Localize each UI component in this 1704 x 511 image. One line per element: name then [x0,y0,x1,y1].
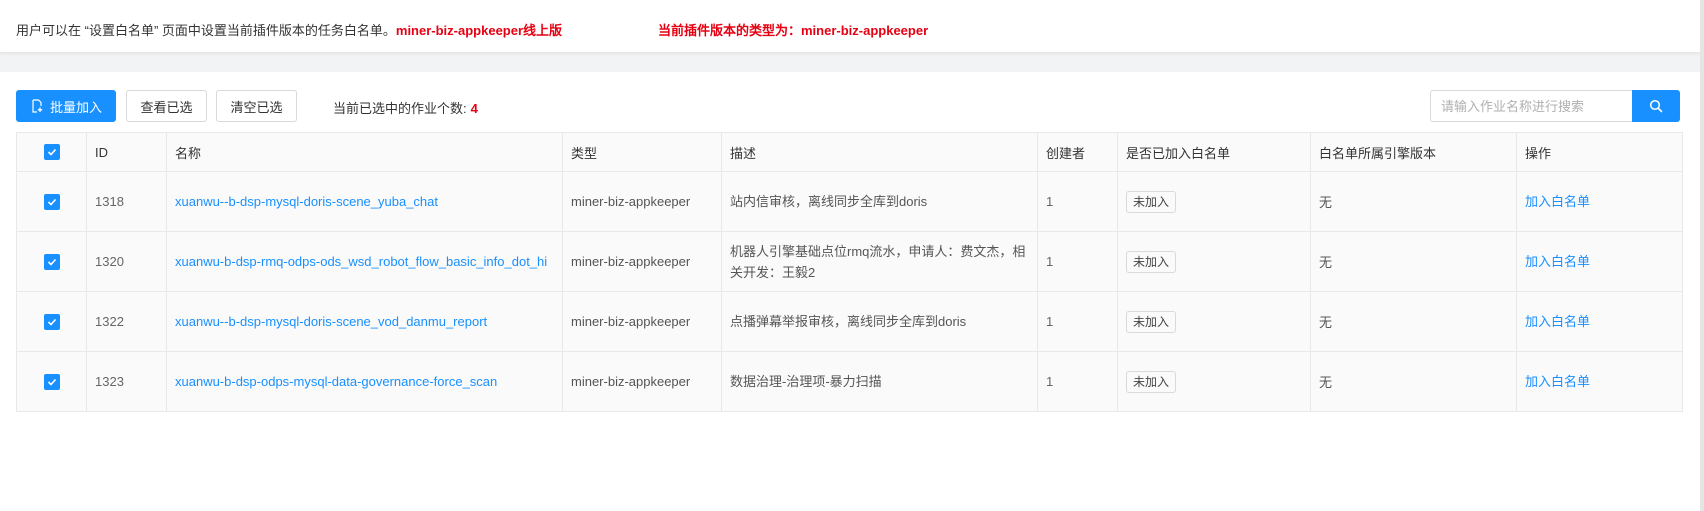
selected-count: 当前已选中的作业个数: 4 [333,98,478,117]
header-name: 名称 [167,133,563,171]
clear-selected-button[interactable]: 清空已选 [216,90,297,122]
page-scrollbar[interactable] [1700,0,1704,511]
cell-type: miner-biz-appkeeper [563,172,722,231]
notice-highlight: miner-biz-appkeeper线上版 [395,23,563,38]
cell-op: 加入白名单 [1517,172,1682,231]
plugin-type-text: 当前插件版本的类型为：miner-biz-appkeeper [658,23,929,38]
add-whitelist-link[interactable]: 加入白名单 [1525,251,1590,272]
header-version: 白名单所属引擎版本 [1311,133,1517,171]
row-checkbox[interactable] [43,253,60,270]
cell-type: miner-biz-appkeeper [563,292,722,351]
status-tag: 未加入 [1126,370,1177,393]
header-added: 是否已加入白名单 [1118,133,1311,171]
header-desc: 描述 [722,133,1038,171]
cell-id: 1322 [87,292,167,351]
desc-text: 机器人引擎基础点位rmq流水，申请人：费文杰，相关开发：王毅2 [730,243,1026,280]
checkbox-checked-icon [47,318,56,326]
cell-version: 无 [1311,352,1517,411]
checkbox-checked-icon [47,148,56,156]
checkbox-checked-icon [47,378,56,386]
notice-text: 用户可以在 “设置白名单” 页面中设置当前插件版本的任务白名单。miner-bi… [16,20,562,39]
cell-op: 加入白名单 [1517,232,1682,291]
row-checkbox[interactable] [43,193,60,210]
batch-add-button[interactable]: 批量加入 [16,90,116,122]
status-tag: 未加入 [1126,310,1177,333]
table-row: 1323 xuanwu-b-dsp-odps-mysql-data-govern… [17,352,1682,411]
row-checkbox-cell [17,352,87,411]
cell-added: 未加入 [1118,172,1311,231]
cell-name: xuanwu--b-dsp-mysql-doris-scene_vod_danm… [167,292,563,351]
cell-creator: 1 [1038,232,1118,291]
cell-version: 无 [1311,232,1517,291]
selected-count-label: 当前已选中的作业个数: [333,101,467,116]
cell-version: 无 [1311,172,1517,231]
header-checkbox-cell [17,133,87,171]
search-input[interactable] [1430,90,1632,122]
cell-op: 加入白名单 [1517,352,1682,411]
notice-prefix: 用户可以在 “设置白名单” 页面中设置当前插件版本的任务白名单。 [16,23,396,38]
desc-text: 点播弹幕举报审核，离线同步全库到doris [730,314,967,329]
desc-text: 站内信审核，离线同步全库到doris [730,194,928,209]
cell-op: 加入白名单 [1517,292,1682,351]
cell-type: miner-biz-appkeeper [563,232,722,291]
cell-id: 1318 [87,172,167,231]
table-row: 1322 xuanwu--b-dsp-mysql-doris-scene_vod… [17,292,1682,352]
cell-desc: 站内信审核，离线同步全库到doris [722,172,1038,231]
view-selected-button[interactable]: 查看已选 [126,90,207,122]
table-row: 1320 xuanwu-b-dsp-rmq-odps-ods_wsd_robot… [17,232,1682,292]
notice-bar: 用户可以在 “设置白名单” 页面中设置当前插件版本的任务白名单。miner-bi… [0,0,1700,53]
row-checkbox[interactable] [43,373,60,390]
search-icon [1649,99,1663,113]
status-tag: 未加入 [1126,190,1177,213]
checkbox-checked-icon [47,198,56,206]
table-row: 1318 xuanwu--b-dsp-mysql-doris-scene_yub… [17,172,1682,232]
header-id: ID [87,133,167,171]
cell-desc: 点播弹幕举报审核，离线同步全库到doris [722,292,1038,351]
select-all-checkbox[interactable] [43,144,60,160]
cell-name: xuanwu-b-dsp-odps-mysql-data-governance-… [167,352,563,411]
cell-name: xuanwu--b-dsp-mysql-doris-scene_yuba_cha… [167,172,563,231]
desc-text: 数据治理-治理项-暴力扫描 [730,374,882,389]
job-name-link[interactable]: xuanwu--b-dsp-mysql-doris-scene_yuba_cha… [175,191,438,212]
jobs-table: ID 名称 类型 描述 创建者 是否已加入白名单 白名单所属引擎版本 操作 13… [16,132,1683,412]
table-header-row: ID 名称 类型 描述 创建者 是否已加入白名单 白名单所属引擎版本 操作 [17,133,1682,172]
row-checkbox-cell [17,232,87,291]
cell-version: 无 [1311,292,1517,351]
batch-add-label: 批量加入 [49,99,102,115]
search-button[interactable] [1632,90,1680,122]
cell-creator: 1 [1038,352,1118,411]
row-checkbox-cell [17,292,87,351]
cell-added: 未加入 [1118,232,1311,291]
cell-id: 1323 [87,352,167,411]
cell-desc: 机器人引擎基础点位rmq流水，申请人：费文杰，相关开发：王毅2 [722,232,1038,291]
cell-added: 未加入 [1118,352,1311,411]
job-name-link[interactable]: xuanwu-b-dsp-odps-mysql-data-governance-… [175,371,497,392]
cell-type: miner-biz-appkeeper [563,352,722,411]
row-checkbox-cell [17,172,87,231]
cell-added: 未加入 [1118,292,1311,351]
job-name-link[interactable]: xuanwu-b-dsp-rmq-odps-ods_wsd_robot_flow… [175,251,547,272]
header-creator: 创建者 [1038,133,1118,171]
header-type: 类型 [563,133,722,171]
file-add-icon [32,99,43,113]
status-tag: 未加入 [1126,250,1177,273]
header-op: 操作 [1525,145,1552,161]
cell-name: xuanwu-b-dsp-rmq-odps-ods_wsd_robot_flow… [167,232,563,291]
add-whitelist-link[interactable]: 加入白名单 [1525,191,1590,212]
row-checkbox[interactable] [43,313,60,330]
cell-creator: 1 [1038,292,1118,351]
job-name-link[interactable]: xuanwu--b-dsp-mysql-doris-scene_vod_danm… [175,311,487,332]
cell-creator: 1 [1038,172,1118,231]
add-whitelist-link[interactable]: 加入白名单 [1525,311,1590,332]
main-content: 批量加入 查看已选 清空已选 当前已选中的作业个数:4 ID 名称 类型 描 [0,72,1700,511]
search-box [1430,90,1680,122]
checkbox-checked-icon [47,258,56,266]
add-whitelist-link[interactable]: 加入白名单 [1525,371,1590,392]
cell-id: 1320 [87,232,167,291]
selected-count-value: 4 [470,101,478,116]
cell-desc: 数据治理-治理项-暴力扫描 [722,352,1038,411]
